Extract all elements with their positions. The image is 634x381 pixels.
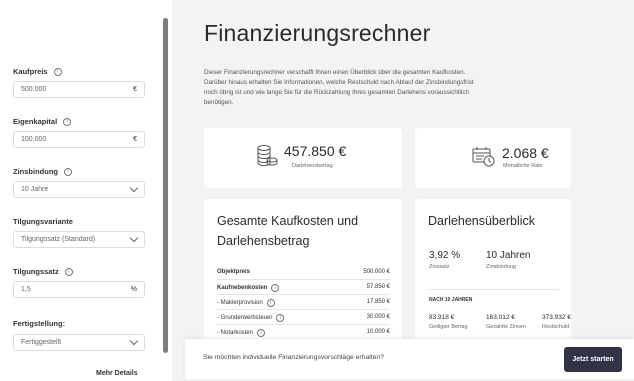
kaufpreis-label: Kaufpreis i [13, 67, 62, 76]
remaining-debt-label: Restschuld [542, 324, 570, 330]
eigenkapital-value: 100.000 [21, 136, 47, 143]
info-icon[interactable]: i [276, 314, 285, 322]
euro-suffix: € [133, 136, 137, 143]
interest-rate-label: Zinssatz [429, 264, 450, 270]
fertigstellung-select[interactable]: Fertiggestellt [13, 334, 145, 351]
tilgungssatz-input[interactable]: 1,5 % [13, 281, 145, 298]
tilgungssatz-value: 1,5 [21, 286, 31, 293]
info-icon[interactable]: i [63, 117, 72, 126]
remaining-debt-value: 373.932 € [542, 314, 571, 321]
fertigstellung-value: Fertiggestellt [21, 339, 62, 346]
fixed-period-value: 10 Jahren [486, 250, 531, 261]
loan-overview-title: Darlehensüberblick [428, 214, 536, 228]
purchase-costs-title: Gesamte Kaufkosten und Darlehensbetrag [217, 214, 359, 248]
info-icon[interactable]: i [266, 299, 275, 307]
divider [217, 294, 390, 295]
fixed-period-label: Zinsbindung [486, 264, 516, 270]
euro-suffix: € [133, 86, 137, 93]
divider [217, 324, 390, 325]
divider [428, 289, 559, 290]
intro-text: Dieser Finanzierungsrechner verschafft I… [204, 69, 474, 106]
monthly-rate-value: 2.068 € [502, 145, 549, 161]
cost-row-maklerprovision: - Maklerprovision i 17.850 € [217, 299, 390, 307]
paid-interest-value: 163.012 € [486, 314, 515, 321]
chevron-down-icon [129, 183, 139, 193]
cta-text: Sie möchten individuelle Finanzierungsvo… [203, 354, 384, 361]
divider [217, 309, 390, 310]
purchase-costs-card: Gesamte Kaufkosten und Darlehensbetrag O… [204, 199, 402, 349]
info-icon[interactable]: i [64, 167, 72, 176]
more-details-link[interactable]: Mehr Details [96, 370, 138, 377]
percent-suffix: % [130, 286, 137, 293]
kaufpreis-input[interactable]: 500.000 € [13, 81, 145, 98]
loan-amount-card: 457.850 € Darlehensbetrag [204, 128, 402, 188]
zinsbindung-label: Zinsbindung i [13, 167, 72, 176]
divider [217, 279, 390, 280]
zinsbindung-select[interactable]: 10 Jahre [13, 181, 145, 198]
sidebar-scrollbar[interactable] [163, 18, 168, 353]
cta-bar: Sie möchten individuelle Finanzierungsvo… [185, 339, 634, 379]
cost-row-grunderwerbsteuer: - Grunderwerbsteuer i 30.000 € [217, 314, 390, 322]
info-icon[interactable]: i [53, 67, 62, 76]
cost-row-notarkosten: - Notarkosten i 10.000 € [217, 329, 390, 337]
kaufpreis-value: 500.000 [21, 86, 47, 93]
loan-amount-label: Darlehensbetrag [292, 163, 333, 169]
tilgungsvariante-value: Tilgungssatz (Standard) [21, 236, 96, 243]
paid-amount-value: 83.918 € [429, 314, 455, 321]
tilgungsvariante-select[interactable]: Tilgungssatz (Standard) [13, 231, 145, 248]
chevron-down-icon [129, 336, 139, 346]
coins-icon [257, 145, 278, 167]
monthly-rate-card: 2.068 € Monatliche Rate [415, 128, 571, 188]
monthly-rate-label: Monatliche Rate [503, 163, 543, 169]
chevron-down-icon [129, 233, 139, 243]
info-icon[interactable]: i [271, 284, 280, 292]
calendar-clock-icon [472, 147, 495, 167]
cost-row-kaufnebenkosten: Kaufnebenkosten i 57.850 € [217, 284, 390, 292]
interest-rate-value: 3,92 % [429, 250, 461, 261]
loan-amount-value: 457.850 € [284, 143, 347, 159]
info-icon[interactable]: i [64, 267, 73, 276]
paid-interest-label: Gezahlte Zinsen [486, 324, 527, 330]
loan-overview-card: Darlehensüberblick 3,92 % Zinssatz 10 Ja… [415, 199, 571, 349]
start-button[interactable]: Jetzt starten [564, 347, 622, 372]
tilgungsvariante-label: Tilgungsvariante [13, 217, 73, 226]
eigenkapital-label: Eigenkapital i [13, 117, 72, 126]
fertigstellung-label: Fertigstellung: [13, 319, 66, 328]
calculator-sidebar: Kaufpreis i 500.000 € Eigenkapital i 100… [0, 0, 172, 381]
zinsbindung-value: 10 Jahre [21, 186, 49, 193]
info-icon[interactable]: i [257, 329, 266, 337]
after-period-label: NACH 10 JAHREN [429, 297, 473, 303]
eigenkapital-input[interactable]: 100.000 € [13, 131, 145, 148]
tilgungssatz-label: Tilgungssatz i [13, 267, 73, 276]
paid-amount-label: Getilgter Betrag [429, 324, 468, 330]
cost-row-objektpreis: Objektpreis 500.000 € [217, 269, 390, 275]
page-title: Finanzierungsrechner [204, 20, 431, 46]
